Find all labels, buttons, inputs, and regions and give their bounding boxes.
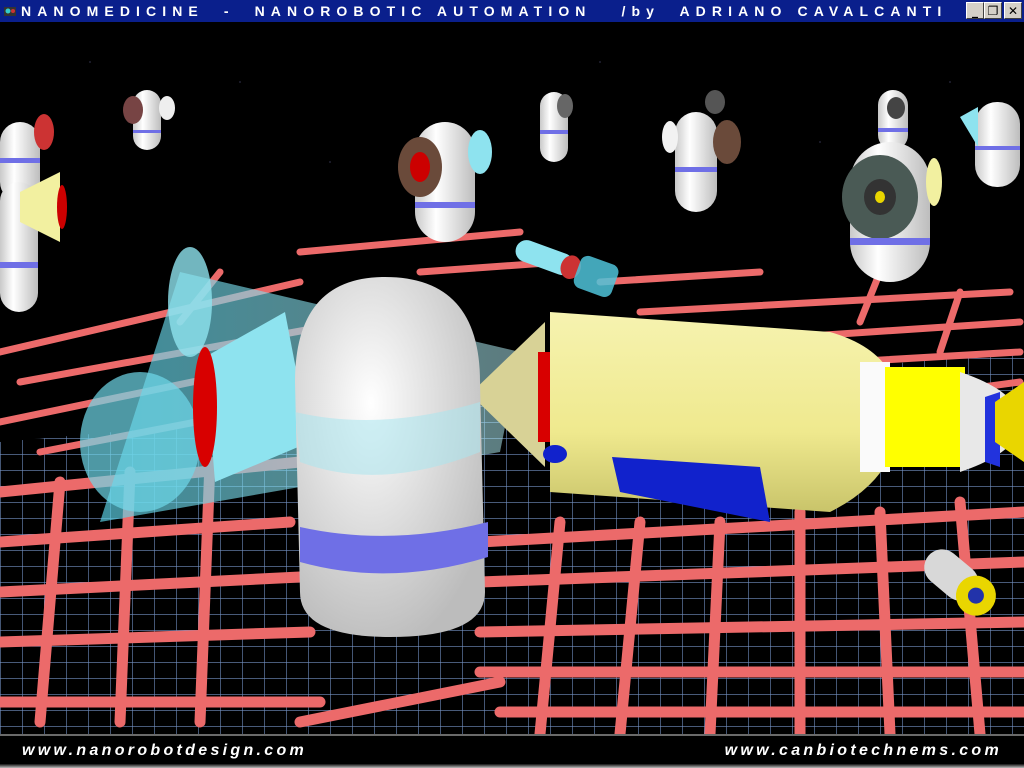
close-button[interactable]: ✕ bbox=[1004, 2, 1022, 19]
large-background-nanorobot bbox=[842, 142, 942, 282]
maximize-button[interactable]: ❐ bbox=[984, 2, 1002, 19]
footer-divider bbox=[0, 734, 1024, 736]
floating-nanorobots bbox=[0, 90, 1020, 312]
footer-bottom-edge bbox=[0, 764, 1024, 768]
window-title: NANOMEDICINE - NANOROBOTIC AUTOMATION /b… bbox=[21, 3, 948, 19]
starfield bbox=[89, 61, 951, 163]
app-icon[interactable] bbox=[3, 4, 17, 18]
3d-viewport[interactable] bbox=[0, 22, 1024, 734]
canbiotechnems-link[interactable]: www.canbiotechnems.com bbox=[725, 742, 1002, 760]
footer-bar: www.nanorobotdesign.com www.canbiotechne… bbox=[0, 734, 1024, 768]
minimize-button[interactable]: _ bbox=[966, 2, 984, 19]
nanorobotdesign-link[interactable]: www.nanorobotdesign.com bbox=[22, 742, 307, 760]
window-controls: _ ❐ ✕ bbox=[966, 2, 1022, 19]
title-bar[interactable]: NANOMEDICINE - NANOROBOTIC AUTOMATION /b… bbox=[0, 0, 1024, 22]
